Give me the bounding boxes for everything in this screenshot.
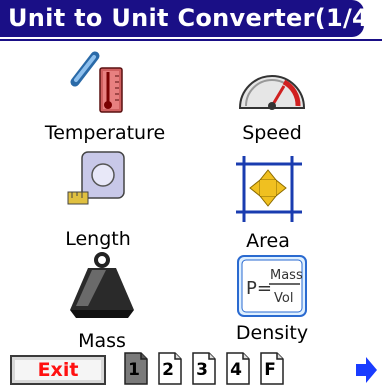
converter-mass[interactable]: Mass — [22, 250, 182, 352]
area-square-icon — [236, 156, 302, 222]
window-title: Unit to Unit Converter(1/4) — [8, 4, 381, 32]
density-formula-lhs: P= — [246, 278, 272, 299]
page-2-button[interactable]: 2 — [158, 352, 182, 385]
arrow-right-icon — [356, 357, 377, 383]
converter-length[interactable]: Length — [18, 146, 178, 250]
page-favorites-button[interactable]: F — [260, 352, 284, 385]
page-number: 3 — [196, 360, 208, 380]
page-number: 2 — [162, 360, 174, 380]
page-number: 4 — [230, 360, 242, 380]
converter-density[interactable]: P= Mass Vol Density — [192, 252, 352, 347]
converter-temperature[interactable]: Temperature — [25, 48, 185, 144]
next-page-button[interactable] — [354, 355, 378, 385]
converter-label: Area — [246, 230, 290, 252]
title-divider — [0, 39, 382, 41]
density-formula-icon: P= Mass Vol — [237, 255, 307, 317]
page-3-button[interactable]: 3 — [192, 352, 216, 385]
converter-label: Temperature — [44, 122, 166, 144]
weight-icon — [70, 252, 134, 318]
speedometer-icon — [238, 75, 306, 110]
converter-label: Density — [235, 322, 309, 344]
density-formula-denominator: Vol — [274, 291, 293, 306]
page-number: F — [264, 360, 276, 380]
page-number: 1 — [128, 360, 140, 380]
converter-label: Length — [65, 228, 131, 250]
thermometer-icon — [70, 51, 123, 113]
density-formula-numerator: Mass — [270, 268, 303, 283]
page-4-button[interactable]: 4 — [226, 352, 250, 385]
exit-button[interactable]: Exit — [10, 355, 106, 385]
tape-measure-icon — [67, 151, 125, 205]
title-bar: Unit to Unit Converter(1/4) — [0, 0, 380, 37]
converter-speed[interactable]: Speed — [192, 48, 352, 144]
converter-label: Speed — [242, 122, 302, 144]
exit-label: Exit — [15, 360, 101, 380]
page-1-button[interactable]: 1 — [124, 352, 148, 385]
bottom-toolbar: Exit 1 2 3 4 F — [0, 347, 382, 391]
converter-area[interactable]: Area — [188, 148, 348, 252]
